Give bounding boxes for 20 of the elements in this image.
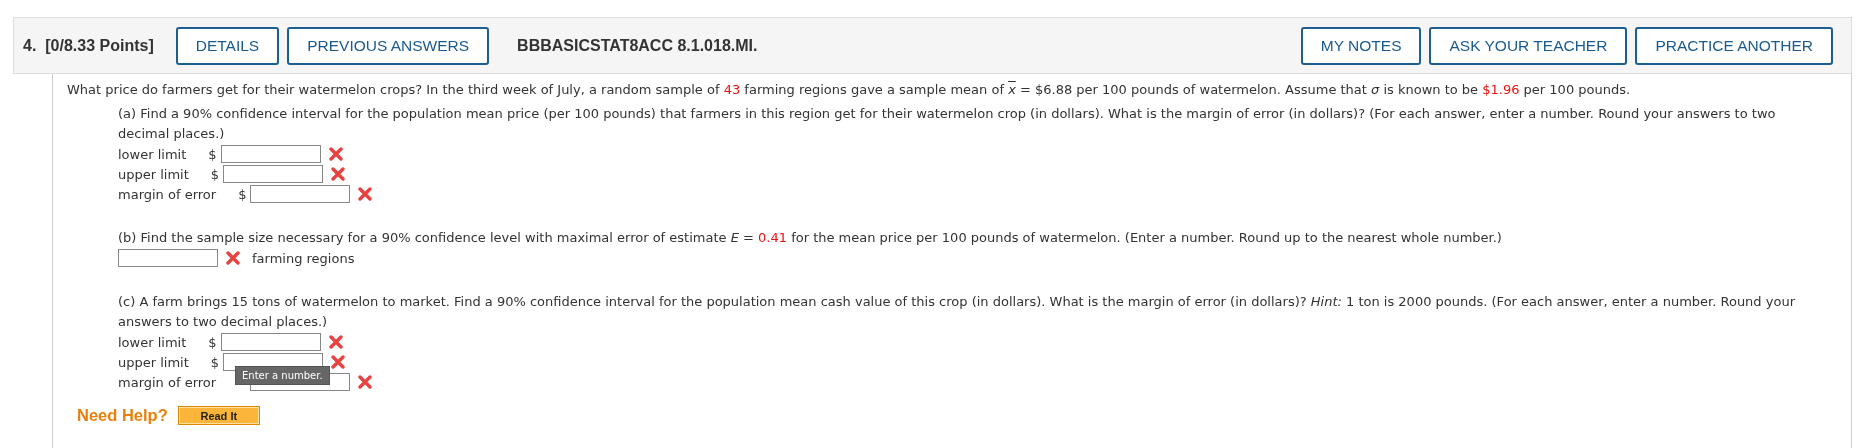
answer-label: upper limit <box>118 354 189 370</box>
answer-label: lower limit <box>118 146 187 162</box>
dollar-sign: $ <box>210 354 220 370</box>
unit-label: farming regions <box>252 250 355 266</box>
need-help-label: Need Help? <box>77 406 168 425</box>
dollar-sign: $ <box>238 186 247 202</box>
answer-label: margin of error <box>118 374 217 390</box>
answer-label: lower limit <box>118 334 187 350</box>
answer-label: upper limit <box>118 166 189 182</box>
question-code: BBBASICSTAT8ACC 8.1.018.MI. <box>517 36 758 55</box>
answer-label: margin of error <box>118 186 217 202</box>
dollar-sign: $ <box>208 146 217 162</box>
tooltip: Enter a number. <box>235 366 330 385</box>
question-text: (c) A farm brings 15 tons of watermelon to market. Find a 90% confidence interval for the population mean cash value of this crop (in dollars). What is the margin of error (in dollars)? Hint: 1 ton is 2000 pounds. (For each answer, enter a number. Round your answers to two decimal places.) <box>118 293 1796 331</box>
dollar-sign: $ <box>210 166 220 182</box>
question-text: (a) Find a 90% confidence interval for the population mean price (per 100 pounds) that farmers in this region get for their watermelon crop (in dollars). What is the margin of error (in dollars)? (For each answer, enter a number. Round your answers to two decimal places.) <box>118 105 1777 143</box>
dollar-sign: $ <box>208 334 217 350</box>
question-points: 4. [0/8.33 Points] <box>23 36 154 55</box>
question-text: (b) Find the sample size necessary for a 90% confidence level with maximal error of estimate E = 0.41 for the mean price per 100 pounds of watermelon. (Enter a number. Round up to the nearest whole number.) <box>118 229 1503 247</box>
question-text: What price do farmers get for their watermelon crops? In the third week of July, a random sample of 43 farming regions gave a sample mean of x = $6.88 per 100 pounds of watermelon. Assume that σ is known to be $1.96 per 100 pounds. <box>67 81 1632 99</box>
